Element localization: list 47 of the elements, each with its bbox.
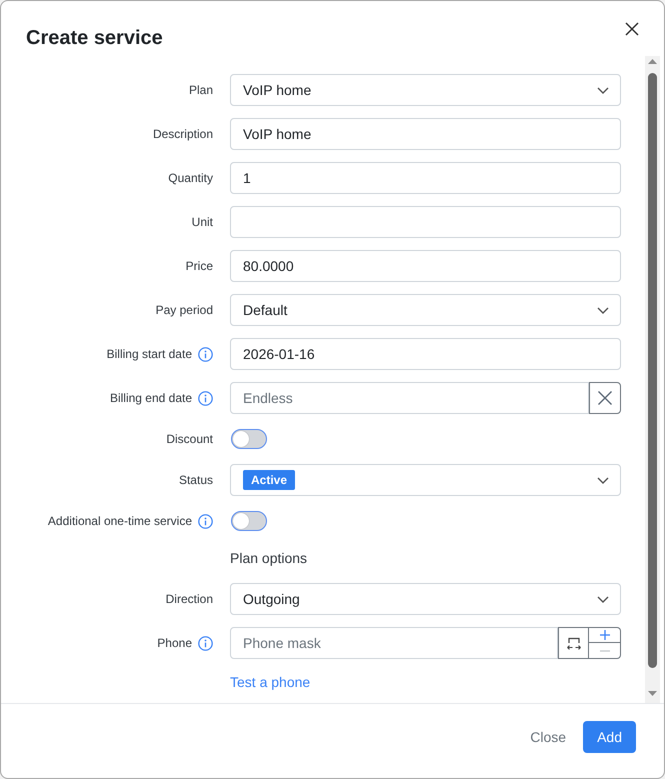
select-field[interactable]: Default — [230, 294, 621, 326]
status-badge: Active — [243, 470, 296, 490]
bracket-arrows-icon — [566, 636, 582, 650]
mask-button[interactable] — [558, 627, 589, 659]
add-button[interactable]: Add — [583, 721, 636, 753]
field-label: Price — [186, 258, 213, 274]
chevron-down-icon — [597, 596, 609, 602]
close-button[interactable]: Close — [522, 721, 574, 753]
select-field[interactable]: VoIP home — [230, 74, 621, 106]
chevron-down-icon — [597, 476, 609, 484]
close-icon — [625, 22, 639, 36]
test-phone-link[interactable]: Test a phone — [230, 674, 310, 690]
field-label: Additional one-time service — [48, 513, 192, 529]
field-label: Phone — [157, 635, 192, 651]
chevron-down-icon — [597, 306, 609, 314]
phone-field[interactable]: Phone mask — [230, 627, 558, 659]
arrow-up-icon[interactable] — [648, 59, 657, 64]
field-label: Quantity — [168, 170, 213, 186]
field-label: Unit — [192, 214, 213, 230]
text-field[interactable]: 2026-01-16 — [230, 338, 621, 370]
field-label: Status — [178, 472, 213, 488]
toggle-switch[interactable] — [231, 429, 267, 449]
field-label: Description — [152, 126, 213, 142]
field-label: Discount — [166, 431, 213, 447]
field-label: Direction — [166, 591, 213, 607]
text-field[interactable]: 80.0000 — [230, 250, 621, 282]
field-label: Billing start date — [106, 346, 192, 362]
plus-icon — [598, 630, 610, 640]
scrollbar-thumb[interactable] — [648, 73, 657, 668]
section-heading: Plan options — [230, 549, 308, 568]
close-icon — [597, 390, 613, 406]
date-field[interactable]: Endless — [230, 382, 589, 414]
chevron-down-icon — [597, 86, 609, 94]
field-label: Plan — [188, 82, 213, 98]
text-field[interactable]: 1 — [230, 162, 621, 194]
plus-button[interactable] — [589, 627, 621, 643]
field-label: Billing end date — [110, 390, 192, 406]
select-field[interactable]: Outgoing — [230, 583, 621, 615]
dialog-title: Create service — [26, 26, 163, 50]
arrow-down-icon[interactable] — [648, 691, 657, 696]
field-label: Pay period — [156, 302, 213, 318]
toggle-switch[interactable] — [231, 511, 267, 531]
select-field[interactable]: Active — [230, 464, 621, 496]
close-button[interactable] — [625, 22, 639, 36]
clear-button[interactable] — [589, 382, 621, 414]
text-field[interactable] — [230, 206, 621, 238]
text-field[interactable]: VoIP home — [230, 118, 621, 150]
